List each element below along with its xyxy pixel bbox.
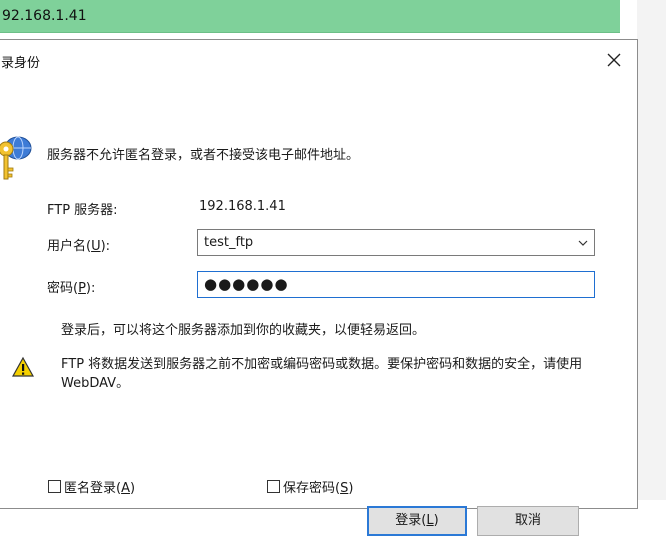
username-label: 用户名(U):: [47, 239, 111, 254]
login-dialog: 录身份 服务器不允许匿名登录，或者不接受该电子邮件地址。 FTP 服务器: 19…: [0, 39, 638, 536]
anonymous-login-checkbox[interactable]: 匿名登录(A): [48, 477, 135, 496]
message-text: 服务器不允许匿名登录，或者不接受该电子邮件地址。: [47, 148, 360, 163]
key-icon: [0, 136, 32, 180]
ftp-server-value: 192.168.1.41: [199, 199, 286, 214]
password-value: ●●●●●●: [204, 275, 289, 293]
close-icon: [607, 53, 621, 67]
ftp-server-label: FTP 服务器:: [47, 203, 118, 218]
address-bar[interactable]: 92.168.1.41: [0, 0, 620, 33]
dialog-title: 录身份: [1, 56, 41, 71]
background-strip: [637, 0, 666, 500]
warning-text: FTP 将数据发送到服务器之前不加密或编码密码或数据。要保护密码和数据的安全，请…: [61, 357, 583, 391]
login-button[interactable]: 登录(L): [367, 506, 467, 536]
save-password-checkbox-box[interactable]: [267, 480, 280, 493]
anonymous-checkbox-box[interactable]: [48, 480, 61, 493]
address-text: 92.168.1.41: [2, 8, 87, 24]
anonymous-checkbox-label: 匿名登录(A): [64, 481, 136, 496]
chevron-down-icon[interactable]: [578, 238, 588, 248]
cancel-button[interactable]: 取消: [477, 506, 579, 536]
warning-icon: [12, 356, 34, 377]
username-value: test_ftp: [204, 235, 254, 250]
info-text: 登录后，可以将这个服务器添加到你的收藏夹，以便轻易返回。: [61, 323, 426, 338]
save-password-checkbox-label: 保存密码(S): [283, 481, 354, 496]
password-field[interactable]: ●●●●●●: [197, 271, 595, 298]
close-button[interactable]: [603, 49, 625, 71]
username-combobox[interactable]: test_ftp: [197, 229, 595, 256]
password-label: 密码(P):: [47, 281, 96, 296]
save-password-checkbox[interactable]: 保存密码(S): [267, 477, 353, 496]
